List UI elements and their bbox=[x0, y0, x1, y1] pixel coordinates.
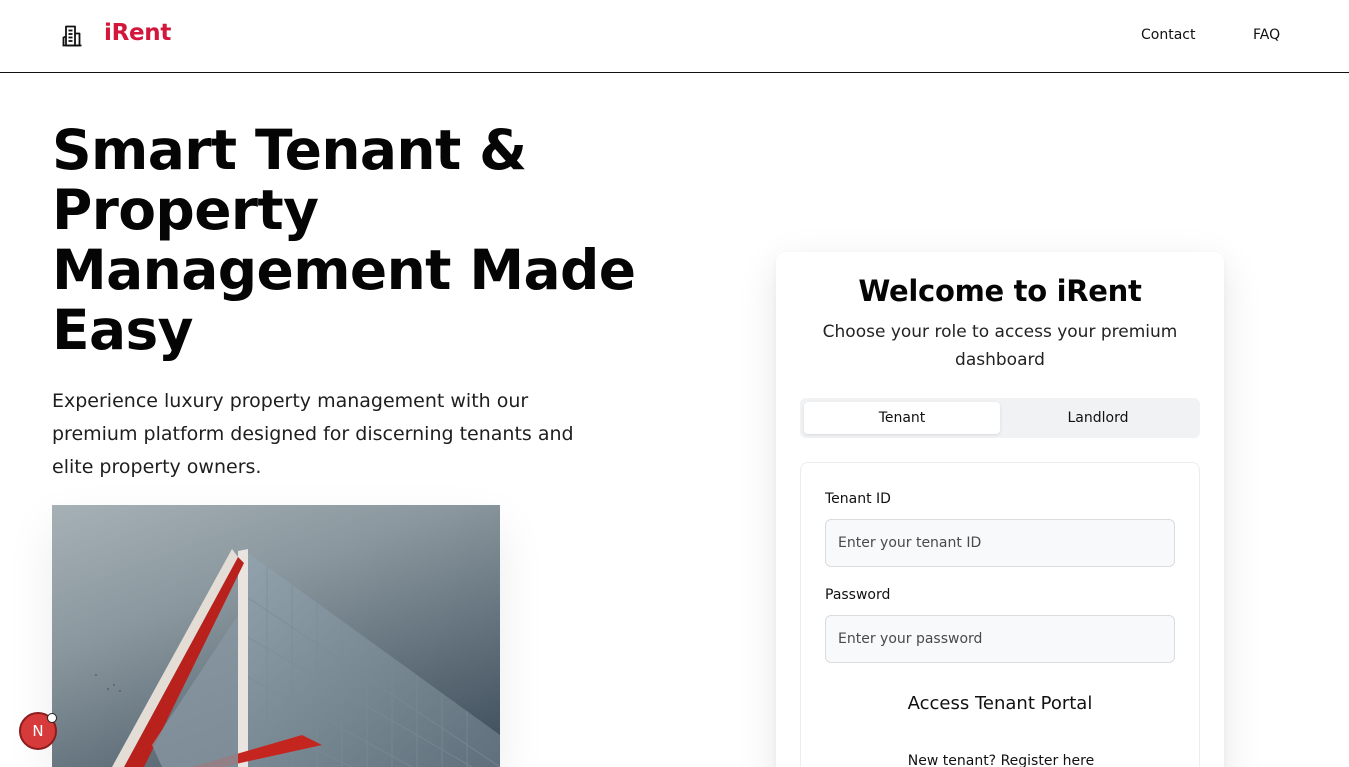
role-tabs: Tenant Landlord bbox=[800, 398, 1200, 438]
card-subtitle: Choose your role to access your premium … bbox=[822, 322, 1178, 370]
page: iRent Contact FAQ Smart Tenant & Propert… bbox=[0, 0, 1349, 767]
hero-subtitle: Experience luxury property management wi… bbox=[52, 390, 574, 478]
login-card: Welcome to iRent Choose your role to acc… bbox=[776, 252, 1224, 767]
password-label: Password bbox=[825, 587, 891, 603]
tab-landlord[interactable]: Landlord bbox=[1000, 402, 1196, 434]
status-dot-icon bbox=[47, 713, 57, 723]
brand-name[interactable]: iRent bbox=[104, 20, 171, 46]
register-link[interactable]: New tenant? Register here bbox=[801, 753, 1201, 767]
building-illustration bbox=[95, 549, 500, 767]
building-icon[interactable] bbox=[60, 24, 84, 48]
tenant-id-input[interactable] bbox=[825, 519, 1175, 567]
hero-building-image bbox=[52, 505, 500, 767]
access-portal-button[interactable]: Access Tenant Portal bbox=[825, 685, 1175, 721]
tab-tenant[interactable]: Tenant bbox=[804, 402, 1000, 434]
top-nav-bar: iRent Contact FAQ bbox=[0, 0, 1349, 73]
card-title: Welcome to iRent bbox=[858, 274, 1142, 308]
tenant-id-label: Tenant ID bbox=[825, 491, 891, 507]
hero-title: Smart Tenant & Property Management Made … bbox=[52, 118, 636, 362]
password-input[interactable] bbox=[825, 615, 1175, 663]
nav-link-faq[interactable]: FAQ bbox=[1253, 27, 1280, 43]
nav-link-contact[interactable]: Contact bbox=[1141, 27, 1195, 43]
login-form: Tenant ID Password Access Tenant Portal … bbox=[800, 462, 1200, 767]
